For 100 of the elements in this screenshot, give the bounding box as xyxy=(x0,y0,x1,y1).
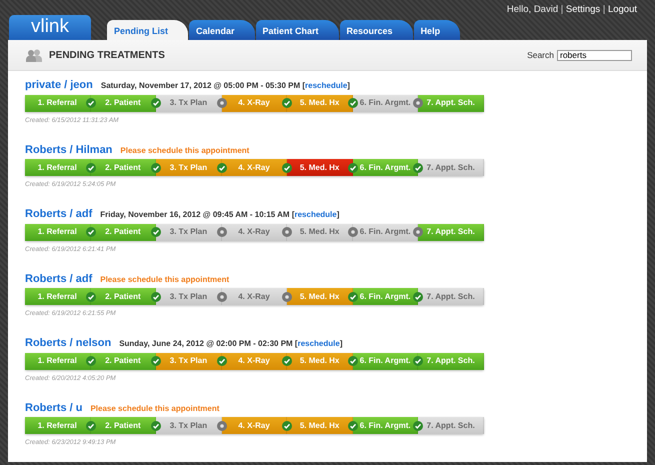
step-segment: 4. X-Ray xyxy=(222,224,288,240)
schedule-notice: Please schedule this appointment xyxy=(90,402,220,414)
step-segment: 5. Med. Hx xyxy=(287,288,353,305)
check-icon xyxy=(282,420,292,430)
dot-icon xyxy=(413,98,424,108)
step-segment: 6. Fin. Argmt. xyxy=(352,159,418,176)
step-segment: 3. Tx Plan xyxy=(156,224,222,240)
step-segment: 6. Fin. Argmt. xyxy=(352,288,418,305)
search-field[interactable]: roberts xyxy=(557,50,632,60)
appointment-text: Sunday, June 24, 2012 @ 02:00 PM - 02:30 PM [reschedule] xyxy=(119,338,342,350)
nav-tab[interactable]: Pending List xyxy=(107,20,188,41)
check-icon xyxy=(151,420,162,430)
step-segment: 1. Referral xyxy=(25,159,91,176)
step-segment: 1. Referral xyxy=(25,417,91,434)
step-segment: 2. Patient xyxy=(90,224,156,240)
user-link[interactable]: Logout xyxy=(608,4,637,15)
patient-name[interactable]: private / jeon xyxy=(25,77,93,94)
step-segment: 7. Appt. Sch. xyxy=(418,288,484,305)
step-segment: 3. Tx Plan xyxy=(156,159,222,176)
step-segment: 5. Med. Hx xyxy=(287,352,353,370)
step-segment: 7. Appt. Sch. xyxy=(418,352,484,370)
check-icon xyxy=(151,162,162,172)
check-icon xyxy=(348,356,358,366)
step-segment: 3. Tx Plan xyxy=(156,94,222,112)
check-icon xyxy=(216,356,227,366)
greeting-text: Hello, David xyxy=(506,4,558,15)
step-segment: 1. Referral xyxy=(25,94,91,112)
reschedule-link[interactable]: reschedule xyxy=(294,210,337,219)
check-icon xyxy=(216,162,227,172)
separator-text: | xyxy=(602,4,606,15)
step-segment: 6. Fin. Argmt. xyxy=(352,94,418,112)
check-icon xyxy=(151,98,162,108)
check-icon xyxy=(348,420,358,430)
check-icon xyxy=(282,98,292,108)
step-segment: 7. Appt. Sch. xyxy=(418,224,484,240)
check-icon xyxy=(151,227,162,237)
step-segment: 3. Tx Plan xyxy=(156,417,222,434)
step-segment: 4. X-Ray xyxy=(222,417,288,434)
nav-tab[interactable]: Calendar xyxy=(189,20,255,41)
step-segment: 5. Med. Hx xyxy=(287,159,353,176)
step-segment: 2. Patient xyxy=(90,417,156,434)
nav-tab[interactable]: Resources xyxy=(340,20,413,41)
step-segment: 3. Tx Plan xyxy=(156,352,222,370)
schedule-notice: Please schedule this appointment xyxy=(120,144,250,156)
check-icon xyxy=(86,420,96,430)
separator-text: | xyxy=(560,4,564,15)
step-segment: 3. Tx Plan xyxy=(156,288,222,305)
patient-name[interactable]: Roberts / nelson xyxy=(25,335,112,352)
dot-icon xyxy=(282,227,292,237)
check-icon xyxy=(348,98,358,108)
step-segment: 4. X-Ray xyxy=(222,352,288,370)
step-segment: 5. Med. Hx xyxy=(287,417,353,434)
nav-tab[interactable]: Help xyxy=(414,20,460,41)
dot-icon xyxy=(216,98,227,108)
step-segment: 2. Patient xyxy=(90,352,156,370)
check-icon xyxy=(413,420,424,430)
check-icon xyxy=(282,356,292,366)
step-segment: 5. Med. Hx xyxy=(287,224,353,240)
check-icon xyxy=(86,292,96,302)
check-icon xyxy=(413,292,424,302)
step-segment: 6. Fin. Argmt. xyxy=(352,417,418,434)
step-segment: 5. Med. Hx xyxy=(287,94,353,112)
dot-icon xyxy=(282,292,292,302)
step-segment: 2. Patient xyxy=(90,288,156,305)
check-icon xyxy=(86,162,96,172)
step-segment: 1. Referral xyxy=(25,224,91,240)
check-icon xyxy=(348,292,358,302)
step-segment: 7. Appt. Sch. xyxy=(418,417,484,434)
appointment-text: Saturday, November 17, 2012 @ 05:00 PM - 05:30 PM [reschedule] xyxy=(100,80,350,92)
check-icon xyxy=(348,162,358,172)
patient-name[interactable]: Roberts / adf xyxy=(25,270,92,287)
check-icon xyxy=(86,227,96,237)
step-segment: 4. X-Ray xyxy=(222,288,288,305)
patient-name[interactable]: Roberts / u xyxy=(25,400,82,416)
step-segment: 2. Patient xyxy=(90,159,156,176)
step-segment: 6. Fin. Argmt. xyxy=(352,224,418,240)
panel-title: PENDING TREATMENTS xyxy=(49,48,165,62)
user-link[interactable]: Settings xyxy=(566,4,600,15)
appointment-text: Friday, November 16, 2012 @ 09:45 AM - 10:15 AM [reschedule] xyxy=(100,209,340,221)
check-icon xyxy=(413,162,424,172)
step-segment: 4. X-Ray xyxy=(222,159,288,176)
step-segment: 1. Referral xyxy=(25,288,91,305)
patient-name[interactable]: Roberts / adf xyxy=(25,206,92,222)
step-segment: 6. Fin. Argmt. xyxy=(352,352,418,370)
dot-icon xyxy=(348,227,358,237)
dot-icon xyxy=(216,292,227,302)
check-icon xyxy=(282,162,292,172)
dot-icon xyxy=(216,227,227,237)
check-icon xyxy=(86,356,96,366)
step-segment: 1. Referral xyxy=(25,352,91,370)
search-label: Search xyxy=(527,48,554,62)
logo[interactable]: vlink xyxy=(9,15,91,41)
reschedule-link[interactable]: reschedule xyxy=(298,339,340,348)
reschedule-link[interactable]: reschedule xyxy=(305,81,348,90)
users-icon xyxy=(26,48,43,62)
schedule-notice: Please schedule this appointment xyxy=(100,274,230,286)
check-icon xyxy=(86,98,96,108)
nav-tab[interactable]: Patient Chart xyxy=(256,20,339,41)
patient-name[interactable]: Roberts / Hilman xyxy=(25,142,112,158)
step-segment: 7. Appt. Sch. xyxy=(418,94,484,112)
